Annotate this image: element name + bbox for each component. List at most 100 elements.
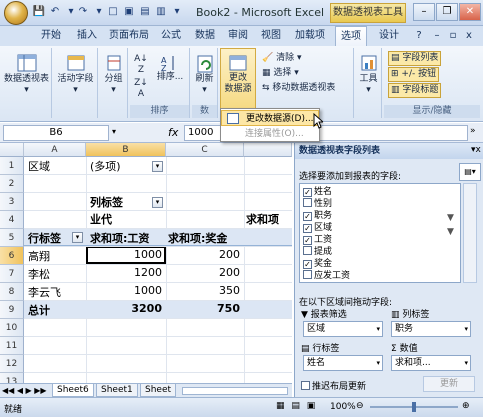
name-box[interactable]: B6	[3, 125, 109, 141]
tab-addins[interactable]: 加载项	[290, 26, 330, 46]
field-checkbox[interactable]: ✓	[303, 212, 312, 221]
row-header[interactable]: 5	[0, 229, 24, 247]
row-header[interactable]: 2	[0, 175, 24, 193]
save-icon[interactable]: 💾	[32, 5, 46, 19]
row-header[interactable]: 6	[0, 247, 24, 265]
close-pane-icon[interactable]: ▾x	[471, 145, 481, 155]
column-header[interactable]: B	[86, 143, 166, 157]
column-header[interactable]: C	[166, 143, 244, 157]
tab-design[interactable]: 设计	[374, 26, 404, 46]
group-button[interactable]: 分组 ▾	[100, 52, 127, 96]
clear-button[interactable]: 🧹 清除 ▾	[262, 52, 302, 65]
cell-b9[interactable]: 3200	[86, 302, 162, 315]
open-folder-icon[interactable]: ▣	[122, 5, 136, 19]
field-checkbox[interactable]: ✓	[303, 236, 312, 245]
row-header[interactable]: 8	[0, 283, 24, 301]
redo-icon[interactable]: ↷	[76, 5, 90, 19]
row-header[interactable]: 12	[0, 355, 24, 373]
active-field-button[interactable]: 活动字段 ▾	[54, 52, 97, 96]
tab-insert[interactable]: 插入	[72, 26, 102, 46]
column-header[interactable]: A	[24, 143, 86, 157]
cell-c7[interactable]: 200	[166, 266, 240, 279]
row-header[interactable]: 4	[0, 211, 24, 229]
new-file-icon[interactable]: □	[106, 5, 120, 19]
field-item[interactable]: ✓ 姓名	[303, 186, 332, 198]
select-button[interactable]: ▦ 选择 ▾	[262, 67, 299, 80]
view-buttons-icon[interactable]: ▦ ▤ ▣	[276, 401, 317, 411]
horizontal-scrollbar[interactable]	[182, 387, 288, 395]
tab-home[interactable]: 开始	[36, 26, 66, 46]
cell-b1[interactable]: (多项)	[90, 158, 121, 174]
worksheet-grid[interactable]: A B C 区域 (多项) ▾ 列标签 ▾ 业代 求和项 行标签 ▾ 求和项:工…	[0, 143, 292, 383]
column-header[interactable]	[244, 143, 292, 157]
sort-button[interactable]: AZ 排序...	[152, 54, 188, 83]
expand-formula-icon[interactable]: »	[470, 126, 476, 136]
zoom-out-icon[interactable]: ⊖	[356, 401, 364, 411]
row-header[interactable]: 9	[0, 301, 24, 319]
refresh-button[interactable]: 刷新 ▾	[192, 52, 217, 96]
office-button[interactable]	[4, 1, 28, 25]
minimize-ribbon-icon[interactable]: –	[430, 26, 444, 46]
pivot-table-button[interactable]: 数据透视表 ▾	[2, 52, 51, 96]
field-item[interactable]: ✓ 奖金	[303, 258, 332, 270]
field-item[interactable]: 性别	[303, 198, 332, 210]
close-doc-icon[interactable]: x	[462, 26, 476, 46]
row-header[interactable]: 13	[0, 373, 24, 383]
move-pivot-button[interactable]: ⇆ 移动数据透视表	[262, 82, 335, 95]
row-header[interactable]: 10	[0, 319, 24, 337]
print-preview-icon[interactable]: ▤	[138, 5, 152, 19]
field-item[interactable]: ✓ 区域	[303, 222, 332, 234]
tab-options[interactable]: 选项	[335, 26, 367, 46]
cell-a9[interactable]: 总计	[28, 302, 50, 318]
report-filter-field[interactable]: 区域 ▾	[303, 321, 383, 337]
sheet-tab[interactable]: Sheet1	[96, 384, 138, 397]
cell-a7[interactable]: 李松	[28, 266, 50, 282]
field-checkbox[interactable]	[303, 270, 312, 279]
sheet-tab[interactable]: Sheet	[140, 384, 177, 397]
cell-d4[interactable]: 求和项	[246, 211, 292, 227]
filter-dropdown-icon[interactable]: ▾	[152, 161, 163, 172]
tab-formulas[interactable]: 公式	[156, 26, 186, 46]
field-checkbox[interactable]: ✓	[303, 224, 312, 233]
cell-c6[interactable]: 200	[166, 248, 240, 261]
restore-button[interactable]: ❐	[436, 3, 458, 21]
cell-a6[interactable]: 高翔	[28, 248, 50, 264]
tab-review[interactable]: 审阅	[223, 26, 253, 46]
cell-b6-selected[interactable]: 1000	[86, 246, 166, 264]
cell-a1[interactable]: 区域	[28, 158, 50, 174]
row-labels-field[interactable]: 姓名 ▾	[303, 355, 383, 371]
cell-b8[interactable]: 1000	[86, 284, 162, 297]
change-data-source-item[interactable]: 更改数据源(D)...	[221, 110, 319, 126]
defer-layout-update[interactable]: 推迟布局更新	[301, 379, 366, 392]
field-checkbox[interactable]	[303, 246, 312, 255]
cell-b7[interactable]: 1200	[86, 266, 162, 279]
zoom-slider-thumb[interactable]	[412, 402, 416, 412]
sheet-tab[interactable]: Sheet6	[52, 384, 94, 397]
sheet-nav-icon[interactable]: ◀◀ ◀ ▶ ▶▶	[2, 384, 47, 397]
field-item[interactable]: ✓ 职务	[303, 210, 332, 222]
column-labels-field[interactable]: 职务 ▾	[391, 321, 471, 337]
row-label-dropdown-icon[interactable]: ▾	[72, 232, 83, 243]
insert-function-icon[interactable]: fx	[168, 125, 182, 141]
customize-qat-icon[interactable]: ▾	[170, 5, 184, 19]
change-data-source-button[interactable]: 更改 数据源	[221, 53, 255, 95]
field-checkbox[interactable]	[303, 198, 312, 207]
update-button[interactable]: 更新	[423, 376, 475, 392]
select-all-corner[interactable]	[0, 143, 24, 157]
cell-b4[interactable]: 业代	[90, 211, 166, 227]
row-header[interactable]: 11	[0, 337, 24, 355]
zoom-in-icon[interactable]: ⊕	[462, 401, 470, 411]
field-item[interactable]: 应发工资	[303, 270, 350, 282]
field-checkbox[interactable]: ✓	[303, 260, 312, 269]
tab-page-layout[interactable]: 页面布局	[106, 26, 152, 46]
restore-doc-icon[interactable]: ▫	[446, 26, 460, 46]
field-item[interactable]: ✓ 工资	[303, 234, 332, 246]
field-list-scrollbar[interactable]	[463, 183, 477, 283]
row-header[interactable]: 3	[0, 193, 24, 211]
cell-b3[interactable]: 列标签	[90, 194, 123, 210]
plus-minus-button[interactable]: ⊞ +/- 按钮	[388, 67, 440, 82]
minimize-button[interactable]: –	[413, 3, 435, 21]
dropdown-icon[interactable]: ▾	[92, 5, 106, 19]
field-checkbox[interactable]: ✓	[303, 188, 312, 197]
cell-c9[interactable]: 750	[166, 302, 240, 315]
